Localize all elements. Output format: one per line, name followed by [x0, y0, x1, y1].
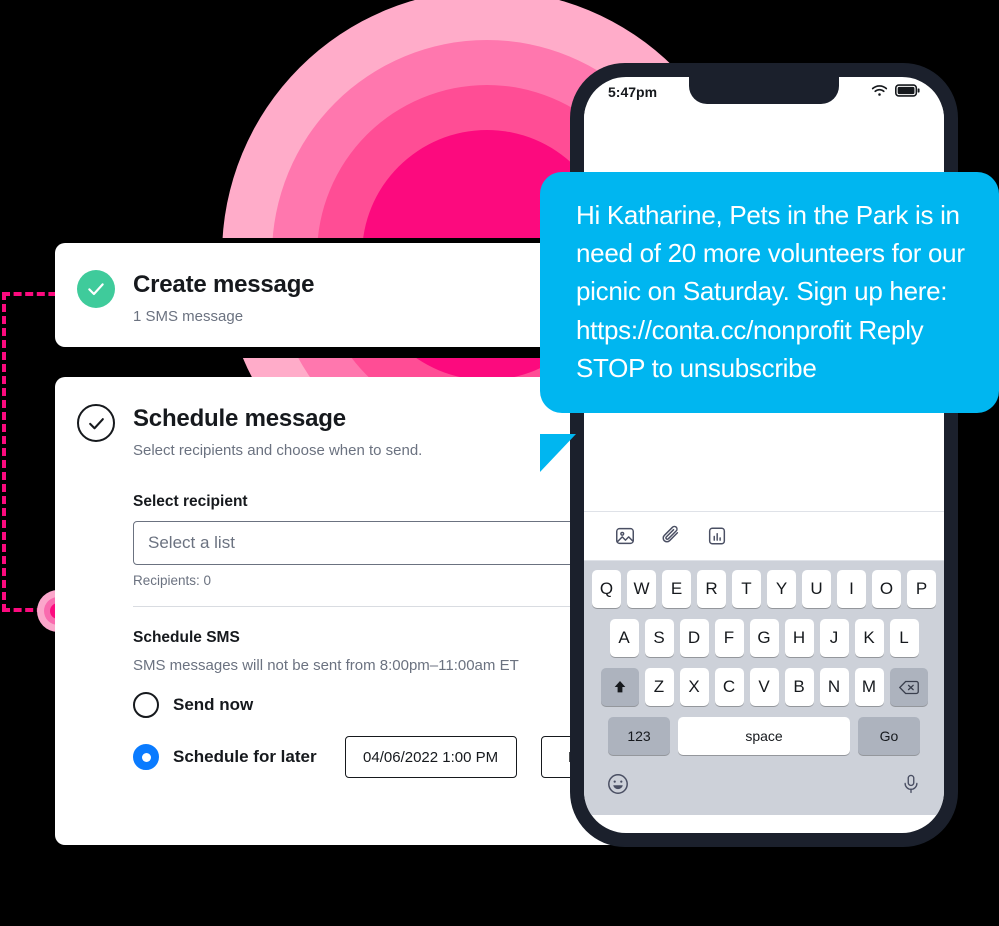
key-g[interactable]: G [749, 619, 779, 657]
key-s[interactable]: S [644, 619, 674, 657]
key-c[interactable]: C [714, 668, 744, 706]
key-n[interactable]: N [819, 668, 849, 706]
radio-selected-dot [141, 752, 151, 762]
status-bar-time: 5:47pm [608, 84, 658, 100]
radio-send-now-label: Send now [173, 695, 254, 715]
key-f[interactable]: F [714, 619, 744, 657]
key-h[interactable]: H [784, 619, 814, 657]
schedule-message-subtitle: Select recipients and choose when to sen… [133, 442, 423, 460]
key-b[interactable]: B [784, 668, 814, 706]
create-message-text-group: Create message 1 SMS message [133, 268, 315, 326]
key-t[interactable]: T [732, 570, 761, 608]
schedule-date-input[interactable]: 04/06/2022 1:00 PM [344, 736, 517, 779]
key-x[interactable]: X [679, 668, 709, 706]
shift-up-arrow-icon[interactable] [600, 668, 639, 706]
key-r[interactable]: R [697, 570, 726, 608]
create-message-subtitle: 1 SMS message [133, 308, 244, 326]
key-o[interactable]: O [872, 570, 901, 608]
schedule-message-title: Schedule message [133, 405, 346, 432]
message-bubble: Hi Katharine, Pets in the Park is in nee… [540, 172, 999, 414]
battery-icon [894, 84, 920, 100]
check-circle-filled-icon [77, 270, 115, 308]
paperclip-icon[interactable] [660, 525, 682, 547]
create-message-title: Create message [133, 271, 315, 298]
key-numbers[interactable]: 123 [608, 717, 670, 755]
keyboard-row-1: Q W E R T Y U I O P [588, 570, 940, 608]
key-y[interactable]: Y [767, 570, 796, 608]
key-v[interactable]: V [749, 668, 779, 706]
key-go[interactable]: Go [858, 717, 920, 755]
phone-status-bar: 5:47pm [584, 77, 944, 107]
key-a[interactable]: A [609, 619, 639, 657]
phone-attachment-bar [584, 511, 944, 561]
key-p[interactable]: P [907, 570, 936, 608]
radio-schedule-later-label: Schedule for later [173, 747, 317, 767]
key-l[interactable]: L [889, 619, 919, 657]
key-u[interactable]: U [802, 570, 831, 608]
keyboard-row-4: 123 space Go [588, 717, 940, 755]
key-q[interactable]: Q [592, 570, 621, 608]
backspace-icon[interactable] [889, 668, 928, 706]
radio-schedule-later-control[interactable] [133, 744, 159, 771]
keyboard-row-3: Z X C V B N M [588, 668, 940, 706]
keyboard-row-2: A S D F G H J K L [588, 619, 940, 657]
key-e[interactable]: E [662, 570, 691, 608]
radio-send-now-control[interactable] [133, 692, 159, 719]
canvas-root: Create message 1 SMS message Schedule me… [0, 0, 999, 926]
check-circle-outline-icon [77, 404, 115, 442]
message-bubble-tail [540, 434, 576, 472]
key-k[interactable]: K [854, 619, 884, 657]
key-space[interactable]: space [678, 717, 850, 755]
key-i[interactable]: I [837, 570, 866, 608]
key-z[interactable]: Z [644, 668, 674, 706]
schedule-message-text-group: Schedule message Select recipients and c… [133, 402, 422, 459]
key-d[interactable]: D [679, 619, 709, 657]
key-w[interactable]: W [627, 570, 656, 608]
phone-bottom-bar [584, 765, 944, 815]
image-icon[interactable] [614, 525, 636, 547]
smiley-face-icon[interactable] [606, 772, 630, 801]
phone-keyboard[interactable]: Q W E R T Y U I O P A S D F G H J K L Z … [584, 561, 944, 765]
wifi-icon [871, 84, 888, 100]
poll-chart-icon[interactable] [706, 525, 728, 547]
key-j[interactable]: J [819, 619, 849, 657]
status-bar-indicators [871, 84, 920, 100]
microphone-icon[interactable] [900, 773, 922, 800]
key-m[interactable]: M [854, 668, 884, 706]
